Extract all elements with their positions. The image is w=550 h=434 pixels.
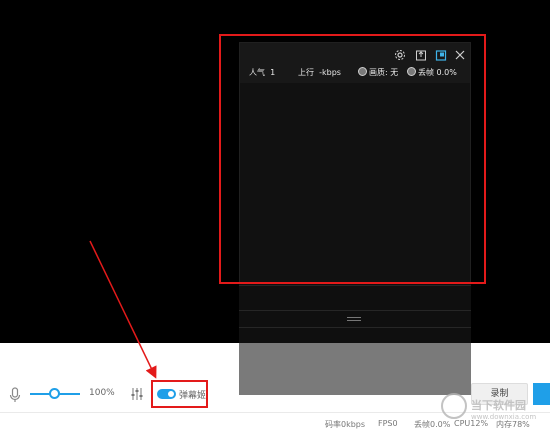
volume-slider-knob[interactable] [49, 388, 60, 399]
equalizer-icon[interactable] [130, 387, 144, 401]
watermark-title: 当下软件园 [471, 399, 526, 412]
divider [239, 310, 471, 311]
danmu-toggle-switch[interactable] [157, 389, 176, 399]
panel-shadow [239, 343, 471, 395]
watermark-logo-icon [441, 393, 467, 419]
fps-status: FPS0 [378, 419, 398, 428]
volume-percent: 100% [89, 388, 115, 398]
site-watermark: 当下软件园 www.downxia.com [441, 391, 550, 434]
panel-lower-section [239, 282, 471, 343]
resize-grip[interactable] [347, 317, 361, 321]
danmu-toggle-label: 弹幕姬 [179, 391, 207, 401]
divider [239, 285, 471, 286]
microphone-icon[interactable] [8, 387, 22, 403]
divider [239, 327, 471, 328]
danmu-toggle-group: 弹幕姬 [151, 380, 208, 408]
bitrate-status: 码率0kbps [325, 420, 366, 429]
annotation-highlight-panel [219, 34, 486, 284]
watermark-url: www.downxia.com [471, 413, 537, 421]
